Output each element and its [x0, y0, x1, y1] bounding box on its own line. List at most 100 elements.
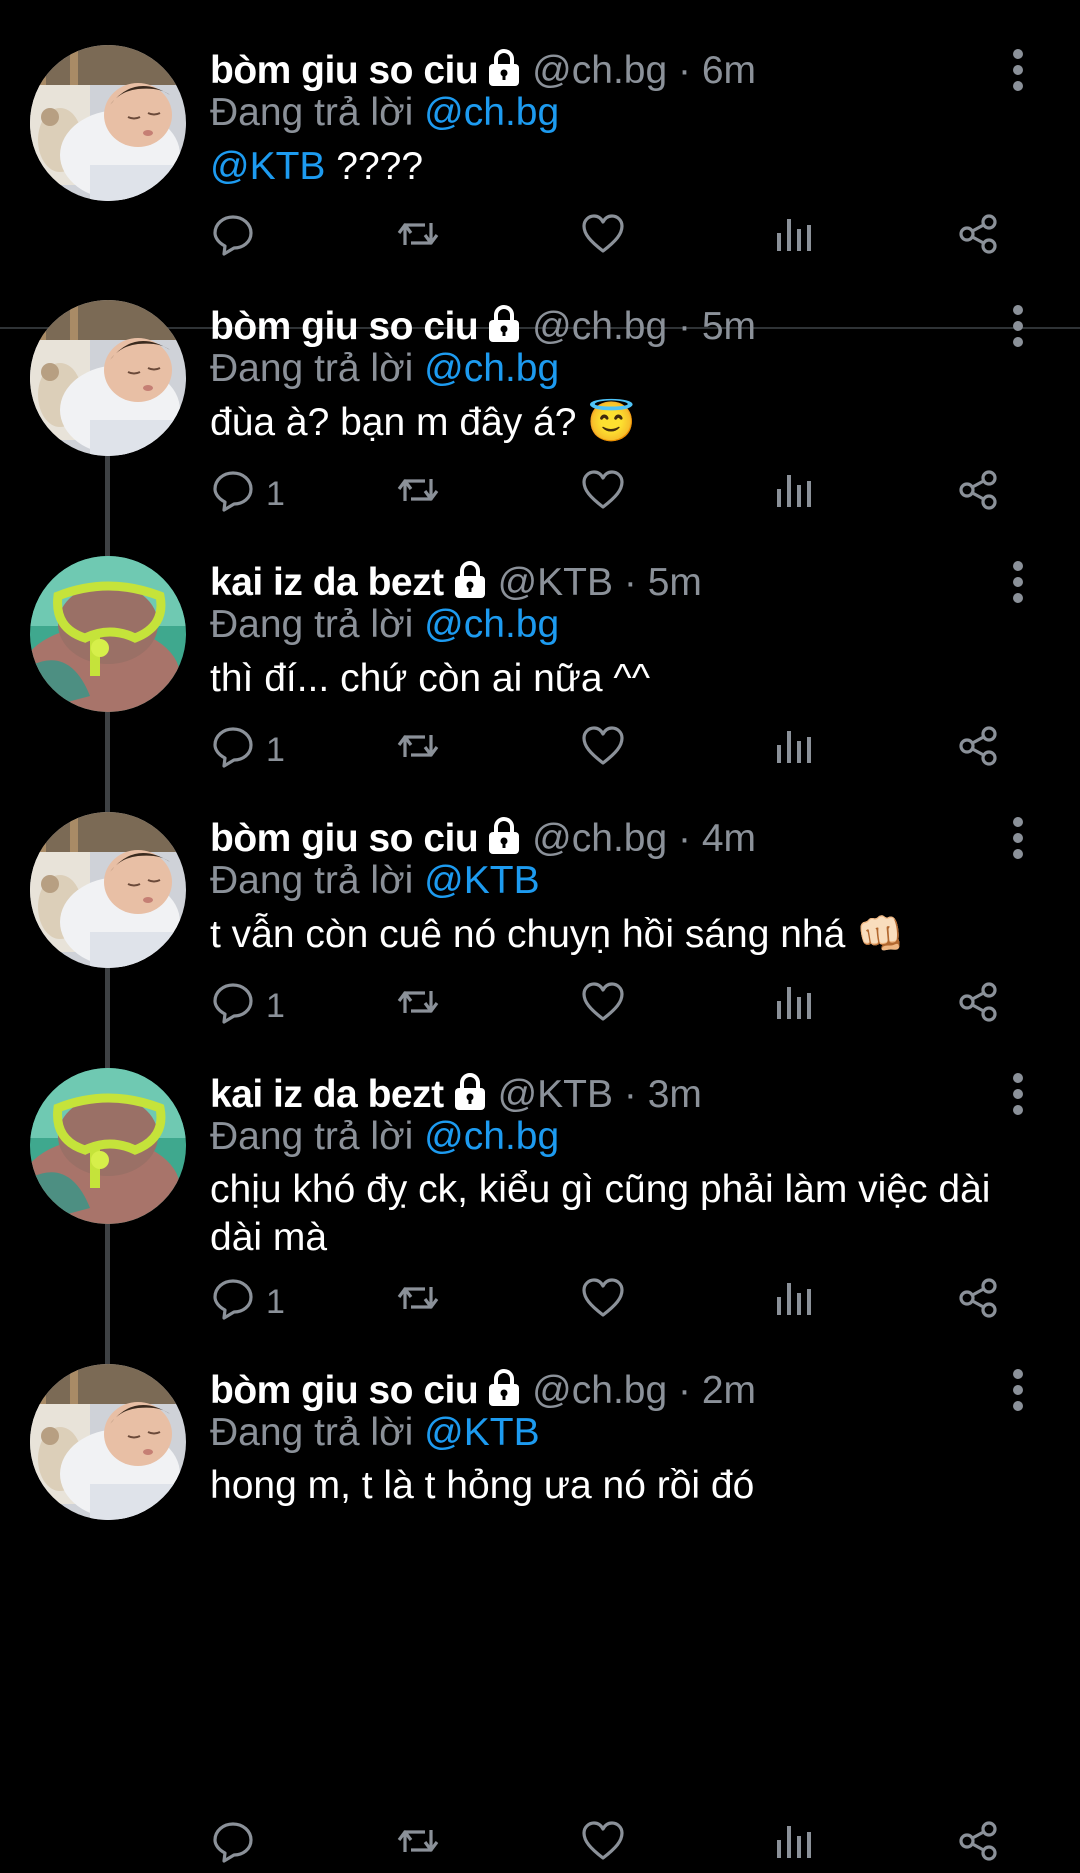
reply-icon [210, 723, 256, 778]
replying-to-label: Đang trả lời [210, 1115, 414, 1158]
more-vertical-icon[interactable] [1006, 560, 1030, 604]
views-button[interactable] [770, 469, 816, 519]
replying-to-mention[interactable]: @KTB [424, 1411, 539, 1454]
like-button[interactable] [580, 469, 626, 519]
tweet-text-content: đùa à? bạn m đây á? 😇 [210, 401, 636, 444]
display-name[interactable]: kai iz da bezt [210, 561, 444, 604]
user-handle[interactable]: @ch.bg [532, 305, 667, 348]
tweet-text-content: ???? [325, 145, 424, 188]
retweet-button[interactable] [395, 725, 441, 775]
like-button[interactable] [580, 981, 626, 1031]
like-button[interactable] [580, 213, 626, 263]
timestamp[interactable]: 2m [702, 1369, 756, 1412]
replying-to-mention[interactable]: @ch.bg [424, 1115, 559, 1158]
timestamp[interactable]: 3m [648, 1073, 702, 1116]
share-button[interactable] [955, 981, 1001, 1031]
avatar[interactable] [30, 45, 186, 201]
reply-button[interactable] [210, 1820, 266, 1870]
more-vertical-icon[interactable] [1006, 304, 1030, 348]
reply-button[interactable]: 1 [210, 469, 285, 519]
replying-to-mention[interactable]: @ch.bg [424, 603, 559, 646]
views-button[interactable] [770, 725, 816, 775]
reply-button[interactable] [210, 213, 266, 263]
more-vertical-icon[interactable] [1006, 1368, 1030, 1412]
more-vertical-icon[interactable] [1006, 1072, 1030, 1116]
user-handle[interactable]: @ch.bg [532, 1369, 667, 1412]
share-button[interactable] [955, 1277, 1001, 1327]
display-name[interactable]: kai iz da bezt [210, 1073, 444, 1116]
retweet-button[interactable] [395, 1277, 441, 1327]
replying-to-label: Đang trả lời [210, 603, 414, 646]
heart-icon [580, 211, 626, 266]
views-button[interactable] [770, 981, 816, 1031]
avatar[interactable] [30, 812, 186, 968]
tweet-text: @KTB ???? [210, 143, 1010, 191]
user-handle[interactable]: @ch.bg [532, 817, 667, 860]
replying-to-label: Đang trả lời [210, 347, 414, 390]
views-button[interactable] [770, 1820, 816, 1870]
retweet-button[interactable] [395, 469, 441, 519]
retweet-icon [395, 723, 441, 778]
retweet-button[interactable] [395, 1820, 441, 1870]
replying-to-mention[interactable]: @KTB [424, 859, 539, 902]
share-button[interactable] [955, 213, 1001, 263]
replying-to-label: Đang trả lời [210, 1411, 414, 1454]
share-button[interactable] [955, 1820, 1001, 1870]
timestamp[interactable]: 5m [702, 305, 756, 348]
heart-icon [580, 979, 626, 1034]
views-button[interactable] [770, 213, 816, 263]
avatar[interactable] [30, 300, 186, 456]
thread-connector-line [105, 1224, 110, 1364]
display-name[interactable]: bòm giu so ciu [210, 49, 479, 92]
analytics-icon [770, 467, 816, 522]
heart-icon [580, 1275, 626, 1330]
tweet-text: hong m, t là t hỏng ưa nó rồi đó [210, 1462, 1010, 1510]
avatar[interactable] [30, 1068, 186, 1224]
retweet-button[interactable] [395, 981, 441, 1031]
tweet-text: thì đí... chứ còn ai nữa ^^ [210, 655, 1010, 703]
user-handle[interactable]: @ch.bg [532, 49, 667, 92]
reply-icon [210, 211, 256, 266]
tweet-text-content: chịu khó đỵ ck, kiểu gì cũng phải làm vi… [210, 1168, 991, 1259]
avatar[interactable] [30, 1364, 186, 1520]
like-button[interactable] [580, 1277, 626, 1327]
share-icon [955, 1275, 1001, 1330]
reply-count: 1 [266, 986, 285, 1025]
analytics-icon [770, 1275, 816, 1330]
reply-icon [210, 1818, 256, 1873]
tweet-text-mention[interactable]: @KTB [210, 145, 325, 188]
share-button[interactable] [955, 469, 1001, 519]
display-name[interactable]: bòm giu so ciu [210, 305, 479, 348]
separator-dot: · [623, 1073, 637, 1116]
tweet-actions: 1 [210, 725, 1030, 775]
like-button[interactable] [580, 1820, 626, 1870]
timestamp[interactable]: 4m [702, 817, 756, 860]
share-button[interactable] [955, 725, 1001, 775]
reply-button[interactable]: 1 [210, 725, 285, 775]
timestamp[interactable]: 6m [702, 49, 756, 92]
reply-button[interactable]: 1 [210, 1277, 285, 1327]
retweet-icon [395, 467, 441, 522]
heart-icon [580, 467, 626, 522]
tweet-text-content: hong m, t là t hỏng ưa nó rồi đó [210, 1464, 755, 1507]
replying-to-mention[interactable]: @ch.bg [424, 347, 559, 390]
views-button[interactable] [770, 1277, 816, 1327]
heart-icon [580, 723, 626, 778]
display-name[interactable]: bòm giu so ciu [210, 1369, 479, 1412]
lock-icon [484, 1368, 524, 1408]
analytics-icon [770, 211, 816, 266]
thread-connector-line [105, 968, 110, 1068]
retweet-button[interactable] [395, 213, 441, 263]
replying-to: Đang trả lời @KTB [210, 856, 540, 906]
user-handle[interactable]: @KTB [498, 1073, 613, 1116]
timestamp[interactable]: 5m [648, 561, 702, 604]
more-vertical-icon[interactable] [1006, 816, 1030, 860]
like-button[interactable] [580, 725, 626, 775]
avatar[interactable] [30, 556, 186, 712]
user-handle[interactable]: @KTB [498, 561, 613, 604]
replying-to-mention[interactable]: @ch.bg [424, 91, 559, 134]
more-vertical-icon[interactable] [1006, 48, 1030, 92]
replying-to: Đang trả lời @KTB [210, 1408, 540, 1458]
reply-button[interactable]: 1 [210, 981, 285, 1031]
display-name[interactable]: bòm giu so ciu [210, 817, 479, 860]
